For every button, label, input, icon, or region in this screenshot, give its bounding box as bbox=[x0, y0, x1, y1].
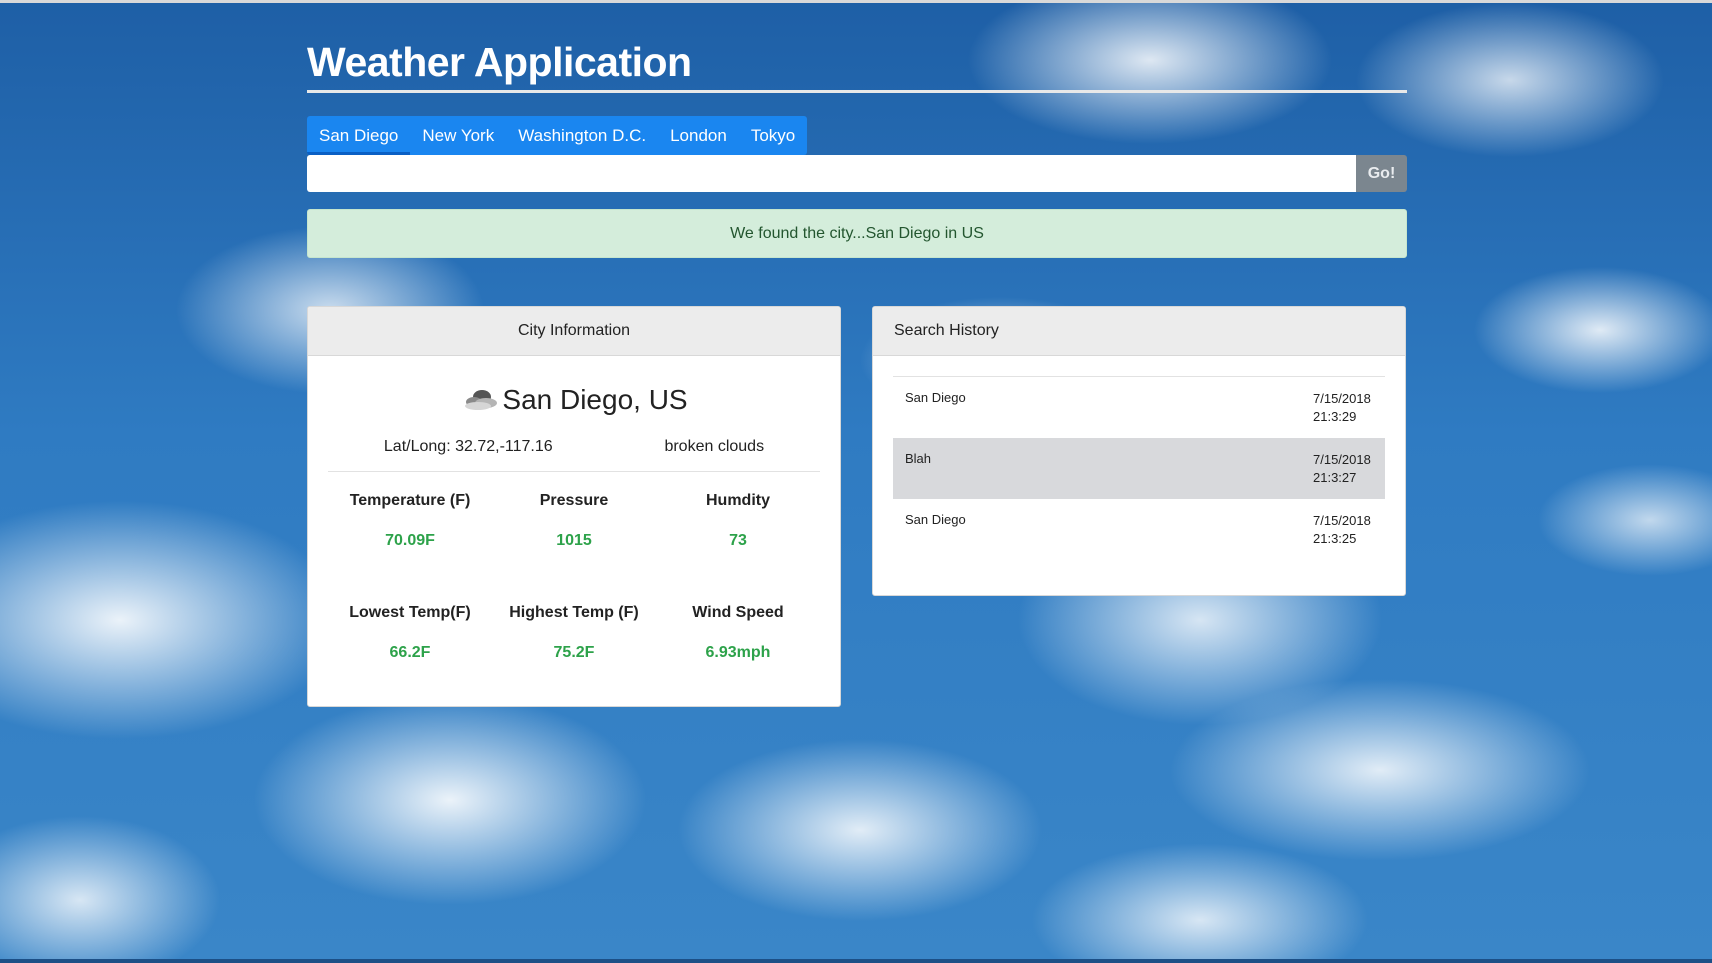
main-container: Weather Application San Diego New York W… bbox=[307, 36, 1407, 716]
tab-tokyo[interactable]: Tokyo bbox=[739, 116, 807, 155]
history-city: Blah bbox=[905, 451, 932, 466]
city-name-row: San Diego, US bbox=[308, 382, 840, 418]
stat-value: 66.2F bbox=[389, 644, 431, 661]
stat-value: 75.2F bbox=[553, 644, 595, 661]
stat-label: Pressure bbox=[539, 492, 609, 509]
stat-lowest-temp: Lowest Temp(F) 66.2F bbox=[328, 584, 492, 696]
go-button[interactable]: Go! bbox=[1356, 155, 1407, 192]
stat-label: Humdity bbox=[706, 492, 770, 509]
stat-temperature: Temperature (F) 70.09F bbox=[328, 472, 492, 584]
history-timestamp: 7/15/2018 21:3:25 bbox=[1313, 512, 1373, 560]
city-search-input[interactable] bbox=[307, 155, 1356, 192]
stat-highest-temp: Highest Temp (F) 75.2F bbox=[492, 584, 656, 696]
tab-new-york[interactable]: New York bbox=[410, 116, 506, 155]
stat-label: Temperature (F) bbox=[349, 492, 471, 509]
history-item[interactable]: San Diego 7/15/2018 21:3:25 bbox=[893, 499, 1385, 560]
weather-stats: Temperature (F) 70.09F Pressure 1015 Hum… bbox=[328, 472, 820, 696]
stat-humidity: Humdity 73 bbox=[656, 472, 820, 584]
city-meta-row: Lat/Long: 32.72,-117.16 broken clouds bbox=[328, 438, 820, 472]
weather-description: broken clouds bbox=[664, 438, 765, 455]
history-time: 21:3:27 bbox=[1313, 470, 1357, 485]
stat-value: 6.93mph bbox=[705, 644, 771, 661]
history-date: 7/15/2018 bbox=[1313, 513, 1371, 528]
search-history-card: Search History San Diego 7/15/2018 21:3:… bbox=[872, 306, 1406, 596]
history-city: San Diego bbox=[905, 512, 966, 527]
history-date: 7/15/2018 bbox=[1313, 391, 1371, 406]
tab-washington-dc[interactable]: Washington D.C. bbox=[506, 116, 658, 155]
stat-value: 1015 bbox=[556, 532, 592, 549]
cloud-icon bbox=[465, 390, 498, 410]
history-city: San Diego bbox=[905, 390, 966, 405]
top-border bbox=[0, 0, 1712, 3]
history-timestamp: 7/15/2018 21:3:27 bbox=[1313, 451, 1373, 499]
history-time: 21:3:25 bbox=[1313, 531, 1357, 546]
tab-san-diego[interactable]: San Diego bbox=[307, 116, 411, 155]
stat-label: Wind Speed bbox=[692, 604, 784, 621]
city-information-header: City Information bbox=[308, 307, 840, 356]
history-item[interactable]: San Diego 7/15/2018 21:3:29 bbox=[893, 377, 1385, 438]
stat-label: Highest Temp (F) bbox=[509, 604, 639, 621]
search-history-list: San Diego 7/15/2018 21:3:29 Blah 7/15/20… bbox=[893, 376, 1385, 560]
stat-pressure: Pressure 1015 bbox=[492, 472, 656, 584]
history-timestamp: 7/15/2018 21:3:29 bbox=[1313, 390, 1373, 438]
history-date: 7/15/2018 bbox=[1313, 452, 1371, 467]
search-history-header: Search History bbox=[873, 307, 1405, 356]
stat-value: 70.09F bbox=[385, 532, 435, 549]
history-time: 21:3:29 bbox=[1313, 409, 1357, 424]
bottom-border bbox=[0, 959, 1712, 963]
panels: City Information San Diego, US Lat/Long:… bbox=[307, 306, 1407, 716]
stat-label: Lowest Temp(F) bbox=[349, 604, 471, 621]
city-name: San Diego, US bbox=[502, 384, 688, 415]
city-information-card: City Information San Diego, US Lat/Long:… bbox=[307, 306, 841, 707]
search-row: Go! bbox=[307, 155, 1407, 192]
success-alert: We found the city...San Diego in US bbox=[307, 209, 1407, 258]
tab-london[interactable]: London bbox=[658, 116, 739, 155]
stat-wind-speed: Wind Speed 6.93mph bbox=[656, 584, 820, 696]
history-item[interactable]: Blah 7/15/2018 21:3:27 bbox=[893, 438, 1385, 499]
lat-long: Lat/Long: 32.72,-117.16 bbox=[383, 438, 553, 455]
stat-value: 73 bbox=[729, 532, 747, 549]
app-title: Weather Application bbox=[307, 36, 1407, 93]
city-tabs: San Diego New York Washington D.C. Londo… bbox=[307, 116, 808, 155]
